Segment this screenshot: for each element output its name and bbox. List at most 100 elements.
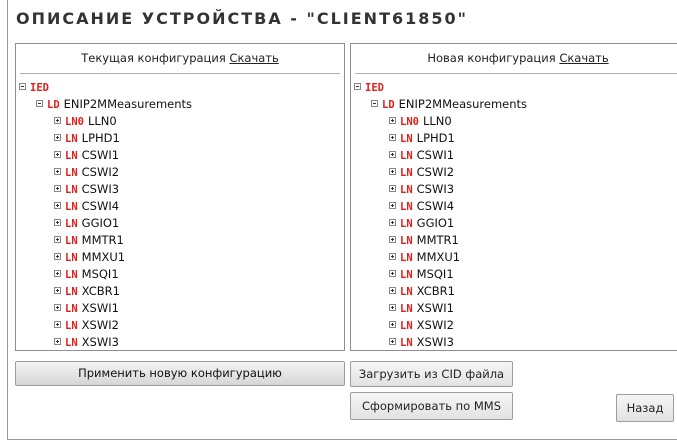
collapse-icon[interactable] [19, 83, 26, 90]
expand-icon[interactable] [54, 117, 61, 124]
expand-icon[interactable] [54, 270, 61, 277]
expand-icon[interactable] [54, 338, 61, 345]
ln-tag: LN [65, 337, 78, 349]
tree-node-row[interactable]: LN GGIO1 [389, 215, 454, 232]
tree-node-row[interactable]: LN CSWI2 [389, 164, 454, 181]
tree-node-row[interactable]: LN CSWI1 [389, 147, 454, 164]
ln-tag: LN [400, 201, 413, 213]
device-name: ENIP2MMeasurements [63, 97, 193, 111]
tree-node-row[interactable]: LN0 LLN0 [54, 113, 117, 130]
ln-tag: LN [400, 303, 413, 315]
node-name: GGIO1 [81, 216, 120, 230]
expand-icon[interactable] [389, 134, 396, 141]
tree-node-row[interactable]: LN MMXU1 [54, 249, 125, 266]
apply-config-button[interactable]: Применить новую конфигурацию [15, 361, 345, 386]
tree-node-row[interactable]: LN CSWI4 [54, 198, 119, 215]
expand-icon[interactable] [54, 321, 61, 328]
ln-tag: LN [65, 201, 78, 213]
device-name: ENIP2MMeasurements [398, 97, 528, 111]
ld-tag: LD [47, 99, 60, 111]
tree-node-row[interactable]: LN CSWI4 [389, 198, 454, 215]
ln-tag: LN [400, 133, 413, 145]
tree-device-row[interactable]: LD ENIP2MMeasurements [36, 96, 192, 113]
expand-icon[interactable] [389, 185, 396, 192]
expand-icon[interactable] [389, 304, 396, 311]
expand-icon[interactable] [389, 338, 396, 345]
back-button[interactable]: Назад [616, 394, 674, 422]
expand-icon[interactable] [389, 219, 396, 226]
expand-icon[interactable] [389, 287, 396, 294]
tree-node-row[interactable]: LN XSWI1 [54, 300, 119, 317]
node-name: CSWI4 [416, 199, 455, 213]
expand-icon[interactable] [389, 236, 396, 243]
ln-tag: LN [400, 235, 413, 247]
tree-device-row[interactable]: LD ENIP2MMeasurements [371, 96, 527, 113]
expand-icon[interactable] [54, 304, 61, 311]
expand-icon[interactable] [389, 270, 396, 277]
expand-icon[interactable] [54, 202, 61, 209]
tree-node-row[interactable]: LN XSWI2 [54, 317, 119, 334]
tree-node-row[interactable]: LN CSWI1 [54, 147, 119, 164]
tree-node-row[interactable]: LN LPHD1 [389, 130, 455, 147]
node-name: XSWI2 [81, 318, 119, 332]
expand-icon[interactable] [389, 117, 396, 124]
node-name: MSQI1 [416, 267, 454, 281]
expand-icon[interactable] [54, 134, 61, 141]
node-name: CSWI2 [81, 165, 120, 179]
node-name: XSWI3 [81, 335, 119, 349]
node-name: MMTR1 [81, 233, 124, 247]
tree-node-row[interactable]: LN CSWI3 [54, 181, 119, 198]
node-name: MMXU1 [81, 250, 126, 264]
expand-icon[interactable] [389, 321, 396, 328]
collapse-icon[interactable] [354, 83, 361, 90]
expand-icon[interactable] [54, 287, 61, 294]
expand-icon[interactable] [54, 185, 61, 192]
ln-tag: LN [65, 150, 78, 162]
ln-tag: LN [65, 218, 78, 230]
page-title: ОПИСАНИЕ УСТРОЙСТВА - "CLIENT61850" [16, 9, 468, 28]
tree-node-row[interactable]: LN LPHD1 [54, 130, 120, 147]
load-cid-button[interactable]: Загрузить из CID файла [350, 361, 513, 387]
node-name: CSWI3 [81, 182, 120, 196]
tree-node-row[interactable]: LN MMXU1 [389, 249, 460, 266]
ln-tag: LN [65, 167, 78, 179]
tree-node-row[interactable]: LN XSWI1 [389, 300, 454, 317]
current-config-download-link[interactable]: Скачать [229, 51, 278, 65]
expand-icon[interactable] [389, 151, 396, 158]
ln-tag: LN [65, 269, 78, 281]
tree-node-row[interactable]: LN XSWI3 [54, 334, 119, 350]
tree-node-row[interactable]: LN XSWI2 [389, 317, 454, 334]
new-config-download-link[interactable]: Скачать [559, 51, 608, 65]
ln-tag: LN [65, 184, 78, 196]
ln-tag: LN [65, 235, 78, 247]
node-name: MSQI1 [81, 267, 119, 281]
collapse-icon[interactable] [371, 100, 378, 107]
expand-icon[interactable] [54, 219, 61, 226]
ln-tag: LN [400, 252, 413, 264]
expand-icon[interactable] [389, 202, 396, 209]
collapse-icon[interactable] [36, 100, 43, 107]
build-mms-button[interactable]: Сформировать по MMS [350, 392, 513, 420]
expand-icon[interactable] [54, 151, 61, 158]
expand-icon[interactable] [389, 168, 396, 175]
node-name: XSWI1 [81, 301, 119, 315]
tree-root-row[interactable]: IED [19, 79, 53, 96]
expand-icon[interactable] [54, 168, 61, 175]
tree-node-row[interactable]: LN MMTR1 [389, 232, 459, 249]
tree-node-row[interactable]: LN XCBR1 [54, 283, 120, 300]
tree-node-row[interactable]: LN0 LLN0 [389, 113, 452, 130]
expand-icon[interactable] [54, 236, 61, 243]
tree-node-row[interactable]: LN GGIO1 [54, 215, 119, 232]
tree-node-row[interactable]: LN MSQI1 [389, 266, 454, 283]
tree-root-row[interactable]: IED [354, 79, 388, 96]
expand-icon[interactable] [389, 253, 396, 260]
tree-node-row[interactable]: LN XSWI3 [389, 334, 454, 350]
node-name: CSWI2 [416, 165, 455, 179]
tree-node-row[interactable]: LN XCBR1 [389, 283, 455, 300]
expand-icon[interactable] [54, 253, 61, 260]
tree-node-row[interactable]: LN CSWI3 [389, 181, 454, 198]
tree-node-row[interactable]: LN CSWI2 [54, 164, 119, 181]
node-name: XSWI3 [416, 335, 454, 349]
tree-node-row[interactable]: LN MMTR1 [54, 232, 124, 249]
tree-node-row[interactable]: LN MSQI1 [54, 266, 119, 283]
